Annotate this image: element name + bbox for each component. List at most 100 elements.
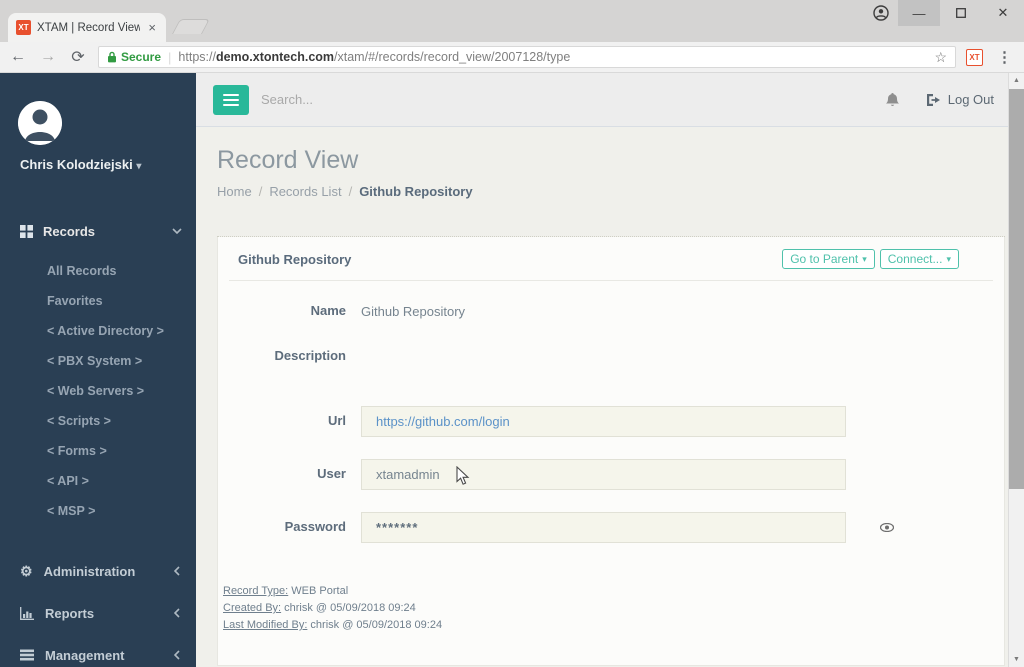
caret-down-icon: ▾ bbox=[946, 253, 951, 264]
scroll-down-icon[interactable]: ▼ bbox=[1013, 652, 1020, 667]
breadcrumb-separator: / bbox=[258, 184, 263, 199]
sidebar-item-management[interactable]: Management bbox=[0, 634, 196, 667]
breadcrumb: Home / Records List / Github Repository bbox=[217, 184, 1005, 199]
sidebar-item-all-records[interactable]: All Records bbox=[0, 256, 196, 286]
browser-profile-icon[interactable] bbox=[864, 0, 898, 26]
modified-by-line: Last Modified By: chrisk @ 05/09/2018 09… bbox=[223, 617, 1004, 634]
sidebar-item-label: Management bbox=[45, 647, 125, 663]
url-text[interactable]: https://demo.xtontech.com/xtam/#/records… bbox=[178, 50, 927, 64]
record-form: Name Github Repository Description Url h… bbox=[218, 281, 1004, 543]
name-label: Name bbox=[310, 303, 346, 318]
secure-label: Secure bbox=[121, 50, 162, 64]
panel-title: Github Repository bbox=[238, 251, 352, 267]
record-type-line: Record Type: WEB Portal bbox=[223, 583, 1004, 600]
chevron-left-icon bbox=[174, 566, 180, 576]
back-icon[interactable]: ← bbox=[8, 48, 28, 66]
password-label: Password bbox=[284, 519, 346, 534]
app-frame: Chris Kolodziejski ▾ Records All Records… bbox=[0, 73, 1024, 667]
created-by-label: Created By: bbox=[223, 602, 282, 614]
sidebar-item-msp[interactable]: < MSP > bbox=[0, 496, 196, 526]
chrome-menu-icon[interactable]: ⋮ bbox=[993, 48, 1016, 66]
grid-icon bbox=[20, 224, 33, 238]
logout-button[interactable]: Log Out bbox=[926, 92, 994, 107]
sidebar-item-label: Records bbox=[43, 223, 96, 239]
logout-label: Log Out bbox=[947, 92, 994, 107]
scroll-up-icon[interactable]: ▲ bbox=[1013, 73, 1020, 88]
password-masked-value: ******* bbox=[376, 520, 419, 535]
user-menu[interactable]: Chris Kolodziejski ▾ bbox=[0, 145, 196, 172]
connect-button[interactable]: Connect... ▾ bbox=[879, 249, 959, 269]
browser-toolbar: ← → ⟳ Secure | https://demo.xtontech.com… bbox=[0, 42, 1024, 73]
chevron-down-icon: ▾ bbox=[136, 161, 142, 172]
eye-icon bbox=[880, 523, 894, 532]
sidebar-bottom-menu: ⚙ Administration Reports Management bbox=[0, 550, 196, 667]
record-meta: Record Type: WEB Portal Created By: chri… bbox=[218, 583, 1004, 634]
window-controls: — ✕ bbox=[864, 0, 1024, 26]
sidebar-item-api[interactable]: < API > bbox=[0, 466, 196, 496]
chevron-left-icon bbox=[174, 608, 180, 618]
breadcrumb-home[interactable]: Home bbox=[217, 184, 252, 199]
avatar[interactable] bbox=[18, 101, 62, 145]
password-field[interactable]: ******* bbox=[361, 512, 846, 543]
caret-down-icon: ▾ bbox=[862, 253, 867, 264]
sidebar-item-web-servers[interactable]: < Web Servers > bbox=[0, 376, 196, 406]
chart-icon bbox=[20, 606, 34, 620]
breadcrumb-current: Github Repository bbox=[359, 184, 473, 199]
created-by-value: chrisk @ 05/09/2018 09:24 bbox=[281, 602, 416, 614]
minimize-button[interactable]: — bbox=[898, 0, 940, 26]
mouse-cursor bbox=[456, 466, 470, 485]
close-window-button[interactable]: ✕ bbox=[982, 0, 1024, 26]
chevron-down-icon bbox=[172, 228, 182, 234]
xtam-extension-icon[interactable]: XT bbox=[966, 48, 983, 66]
record-type-value: WEB Portal bbox=[288, 585, 349, 597]
panel-header: Github Repository Go to Parent ▾ Connect… bbox=[218, 237, 1004, 280]
sidebar-item-active-directory[interactable]: < Active Directory > bbox=[0, 316, 196, 346]
modified-by-label: Last Modified By: bbox=[223, 619, 308, 631]
tab-favicon-icon: XT bbox=[16, 20, 31, 35]
sidebar-item-records[interactable]: Records bbox=[0, 216, 196, 246]
hamburger-menu-icon[interactable] bbox=[213, 84, 249, 115]
logout-icon bbox=[926, 93, 940, 106]
breadcrumb-separator: / bbox=[348, 184, 353, 199]
sidebar-item-scripts[interactable]: < Scripts > bbox=[0, 406, 196, 436]
records-submenu: All Records Favorites < Active Directory… bbox=[0, 256, 196, 526]
chevron-left-icon bbox=[174, 650, 180, 660]
record-type-label: Record Type: bbox=[223, 585, 289, 597]
url-field[interactable]: https://github.com/login bbox=[361, 406, 846, 437]
secure-badge[interactable]: Secure bbox=[107, 50, 161, 64]
sidebar-item-reports[interactable]: Reports bbox=[0, 592, 196, 634]
user-label: User bbox=[317, 466, 346, 481]
sidebar-item-label: Administration bbox=[43, 563, 136, 579]
url-bar[interactable]: Secure | https://demo.xtontech.com/xtam/… bbox=[98, 46, 956, 68]
sidebar-item-forms[interactable]: < Forms > bbox=[0, 436, 196, 466]
record-panel: Github Repository Go to Parent ▾ Connect… bbox=[217, 237, 1005, 666]
sidebar-item-favorites[interactable]: Favorites bbox=[0, 286, 196, 316]
maximize-button[interactable] bbox=[940, 0, 982, 26]
sidebar-item-administration[interactable]: ⚙ Administration bbox=[0, 550, 196, 592]
url-label: Url bbox=[327, 413, 346, 428]
bookmark-star-icon[interactable]: ☆ bbox=[934, 49, 947, 66]
scrollbar-thumb[interactable] bbox=[1009, 89, 1024, 489]
gear-icon: ⚙ bbox=[20, 563, 33, 579]
browser-tab[interactable]: XT XTAM | Record View × bbox=[8, 13, 166, 42]
url-link[interactable]: https://github.com/login bbox=[376, 414, 510, 429]
connect-label: Connect... bbox=[887, 252, 943, 266]
user-value: xtamadmin bbox=[376, 467, 440, 482]
main-area: Record View Home / Records List / Github… bbox=[196, 127, 1024, 667]
bell-icon[interactable] bbox=[885, 92, 900, 108]
search-input[interactable] bbox=[261, 92, 561, 107]
lock-icon bbox=[108, 51, 116, 63]
reveal-password-button[interactable] bbox=[872, 512, 902, 543]
go-to-parent-button[interactable]: Go to Parent ▾ bbox=[782, 249, 875, 269]
new-tab-button[interactable] bbox=[172, 19, 210, 34]
tab-close-icon[interactable]: × bbox=[146, 20, 158, 35]
page-scrollbar[interactable]: ▲ ▼ bbox=[1008, 73, 1024, 667]
user-field[interactable]: xtamadmin bbox=[361, 459, 846, 490]
breadcrumb-records-list[interactable]: Records List bbox=[269, 184, 341, 199]
reload-icon[interactable]: ⟳ bbox=[68, 47, 88, 67]
name-value: Github Repository bbox=[361, 304, 466, 319]
forward-icon[interactable]: → bbox=[38, 48, 58, 66]
user-name: Chris Kolodziejski bbox=[20, 157, 133, 172]
page-title: Record View bbox=[217, 146, 359, 174]
sidebar-item-pbx-system[interactable]: < PBX System > bbox=[0, 346, 196, 376]
